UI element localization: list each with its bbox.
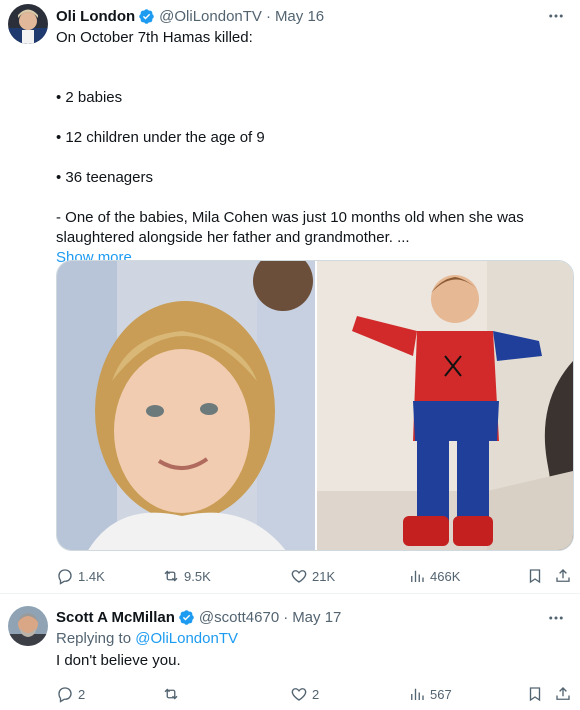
- reply-button[interactable]: 1.4K: [56, 566, 105, 586]
- replying-prefix: Replying to: [56, 630, 132, 647]
- tweet-text-line: • 12 children under the age of 9: [56, 129, 265, 146]
- like-button[interactable]: 2: [290, 684, 319, 704]
- tweet-text-line: - One of the babies, Mila Cohen was just…: [56, 209, 524, 226]
- separator: ·: [283, 608, 289, 626]
- repost-button[interactable]: 9.5K: [162, 566, 211, 586]
- reply-icon: [56, 567, 74, 585]
- repost-button[interactable]: [162, 684, 184, 704]
- photo-child-left[interactable]: [57, 261, 315, 550]
- avatar-oli-london[interactable]: [8, 4, 48, 44]
- like-button[interactable]: 21K: [290, 566, 335, 586]
- author-handle[interactable]: @scott4670: [199, 609, 279, 626]
- reply-count: 2: [78, 686, 86, 702]
- tweet-text-line: On October 7th Hamas killed:: [56, 29, 253, 46]
- timestamp[interactable]: May 17: [292, 609, 341, 626]
- tweet-text-line: • 2 babies: [56, 89, 123, 106]
- views-button[interactable]: 567: [408, 684, 452, 704]
- reply-button[interactable]: 2: [56, 684, 85, 704]
- reply-icon: [56, 685, 74, 703]
- tweet-text-line: slaughtered alongside her father and gra…: [56, 229, 410, 246]
- tweet-header: Oli London @OliLondonTV · May 16: [56, 6, 324, 26]
- tweet-text-line: • 36 teenagers: [56, 169, 153, 186]
- like-icon: [290, 685, 308, 703]
- like-count: 21K: [312, 568, 336, 584]
- like-icon: [290, 567, 308, 585]
- repost-icon: [162, 685, 180, 703]
- author-name[interactable]: Scott A McMillan: [56, 609, 175, 626]
- tweet-actions: 2 2 567: [56, 684, 574, 704]
- replying-handle-link[interactable]: @OliLondonTV: [135, 630, 238, 647]
- photo-child-right[interactable]: [317, 261, 573, 550]
- timestamp[interactable]: May 16: [275, 8, 324, 25]
- repost-icon: [162, 567, 180, 585]
- views-icon: [408, 685, 426, 703]
- author-handle[interactable]: @OliLondonTV: [159, 8, 262, 25]
- share-icon[interactable]: [554, 684, 572, 704]
- separator: ·: [265, 7, 271, 25]
- more-icon[interactable]: [546, 608, 566, 628]
- more-icon[interactable]: [546, 6, 566, 26]
- views-icon: [408, 567, 426, 585]
- tweet-text: I don't believe you.: [56, 652, 181, 669]
- repost-count: 9.5K: [184, 568, 211, 584]
- bookmark-icon[interactable]: [526, 566, 544, 586]
- verified-badge-icon: [178, 609, 195, 626]
- avatar-scott-mcmillan[interactable]: [8, 606, 48, 646]
- like-count: 2: [312, 686, 320, 702]
- bookmark-icon[interactable]: [526, 684, 544, 704]
- views-button[interactable]: 466K: [408, 566, 460, 586]
- share-icon[interactable]: [554, 566, 572, 586]
- views-count: 567: [430, 686, 452, 702]
- verified-badge-icon: [138, 8, 155, 25]
- reply-count: 1.4K: [78, 568, 105, 584]
- replying-to: Replying to @OliLondonTV: [56, 629, 566, 649]
- views-count: 466K: [430, 568, 461, 584]
- author-name[interactable]: Oli London: [56, 8, 135, 25]
- tweet-main[interactable]: Oli London @OliLondonTV · May 16 On Octo…: [0, 0, 580, 594]
- reply-body: Replying to @OliLondonTV I don't believe…: [56, 629, 566, 671]
- tweet-header: Scott A McMillan @scott4670 · May 17: [56, 607, 341, 627]
- tweet-actions: 1.4K 9.5K 21K 466K: [56, 566, 574, 586]
- tweet-reply[interactable]: Scott A McMillan @scott4670 · May 17 Rep…: [0, 594, 580, 710]
- tweet-text: On October 7th Hamas killed: • 2 babies …: [56, 28, 566, 268]
- media-grid[interactable]: [56, 260, 574, 551]
